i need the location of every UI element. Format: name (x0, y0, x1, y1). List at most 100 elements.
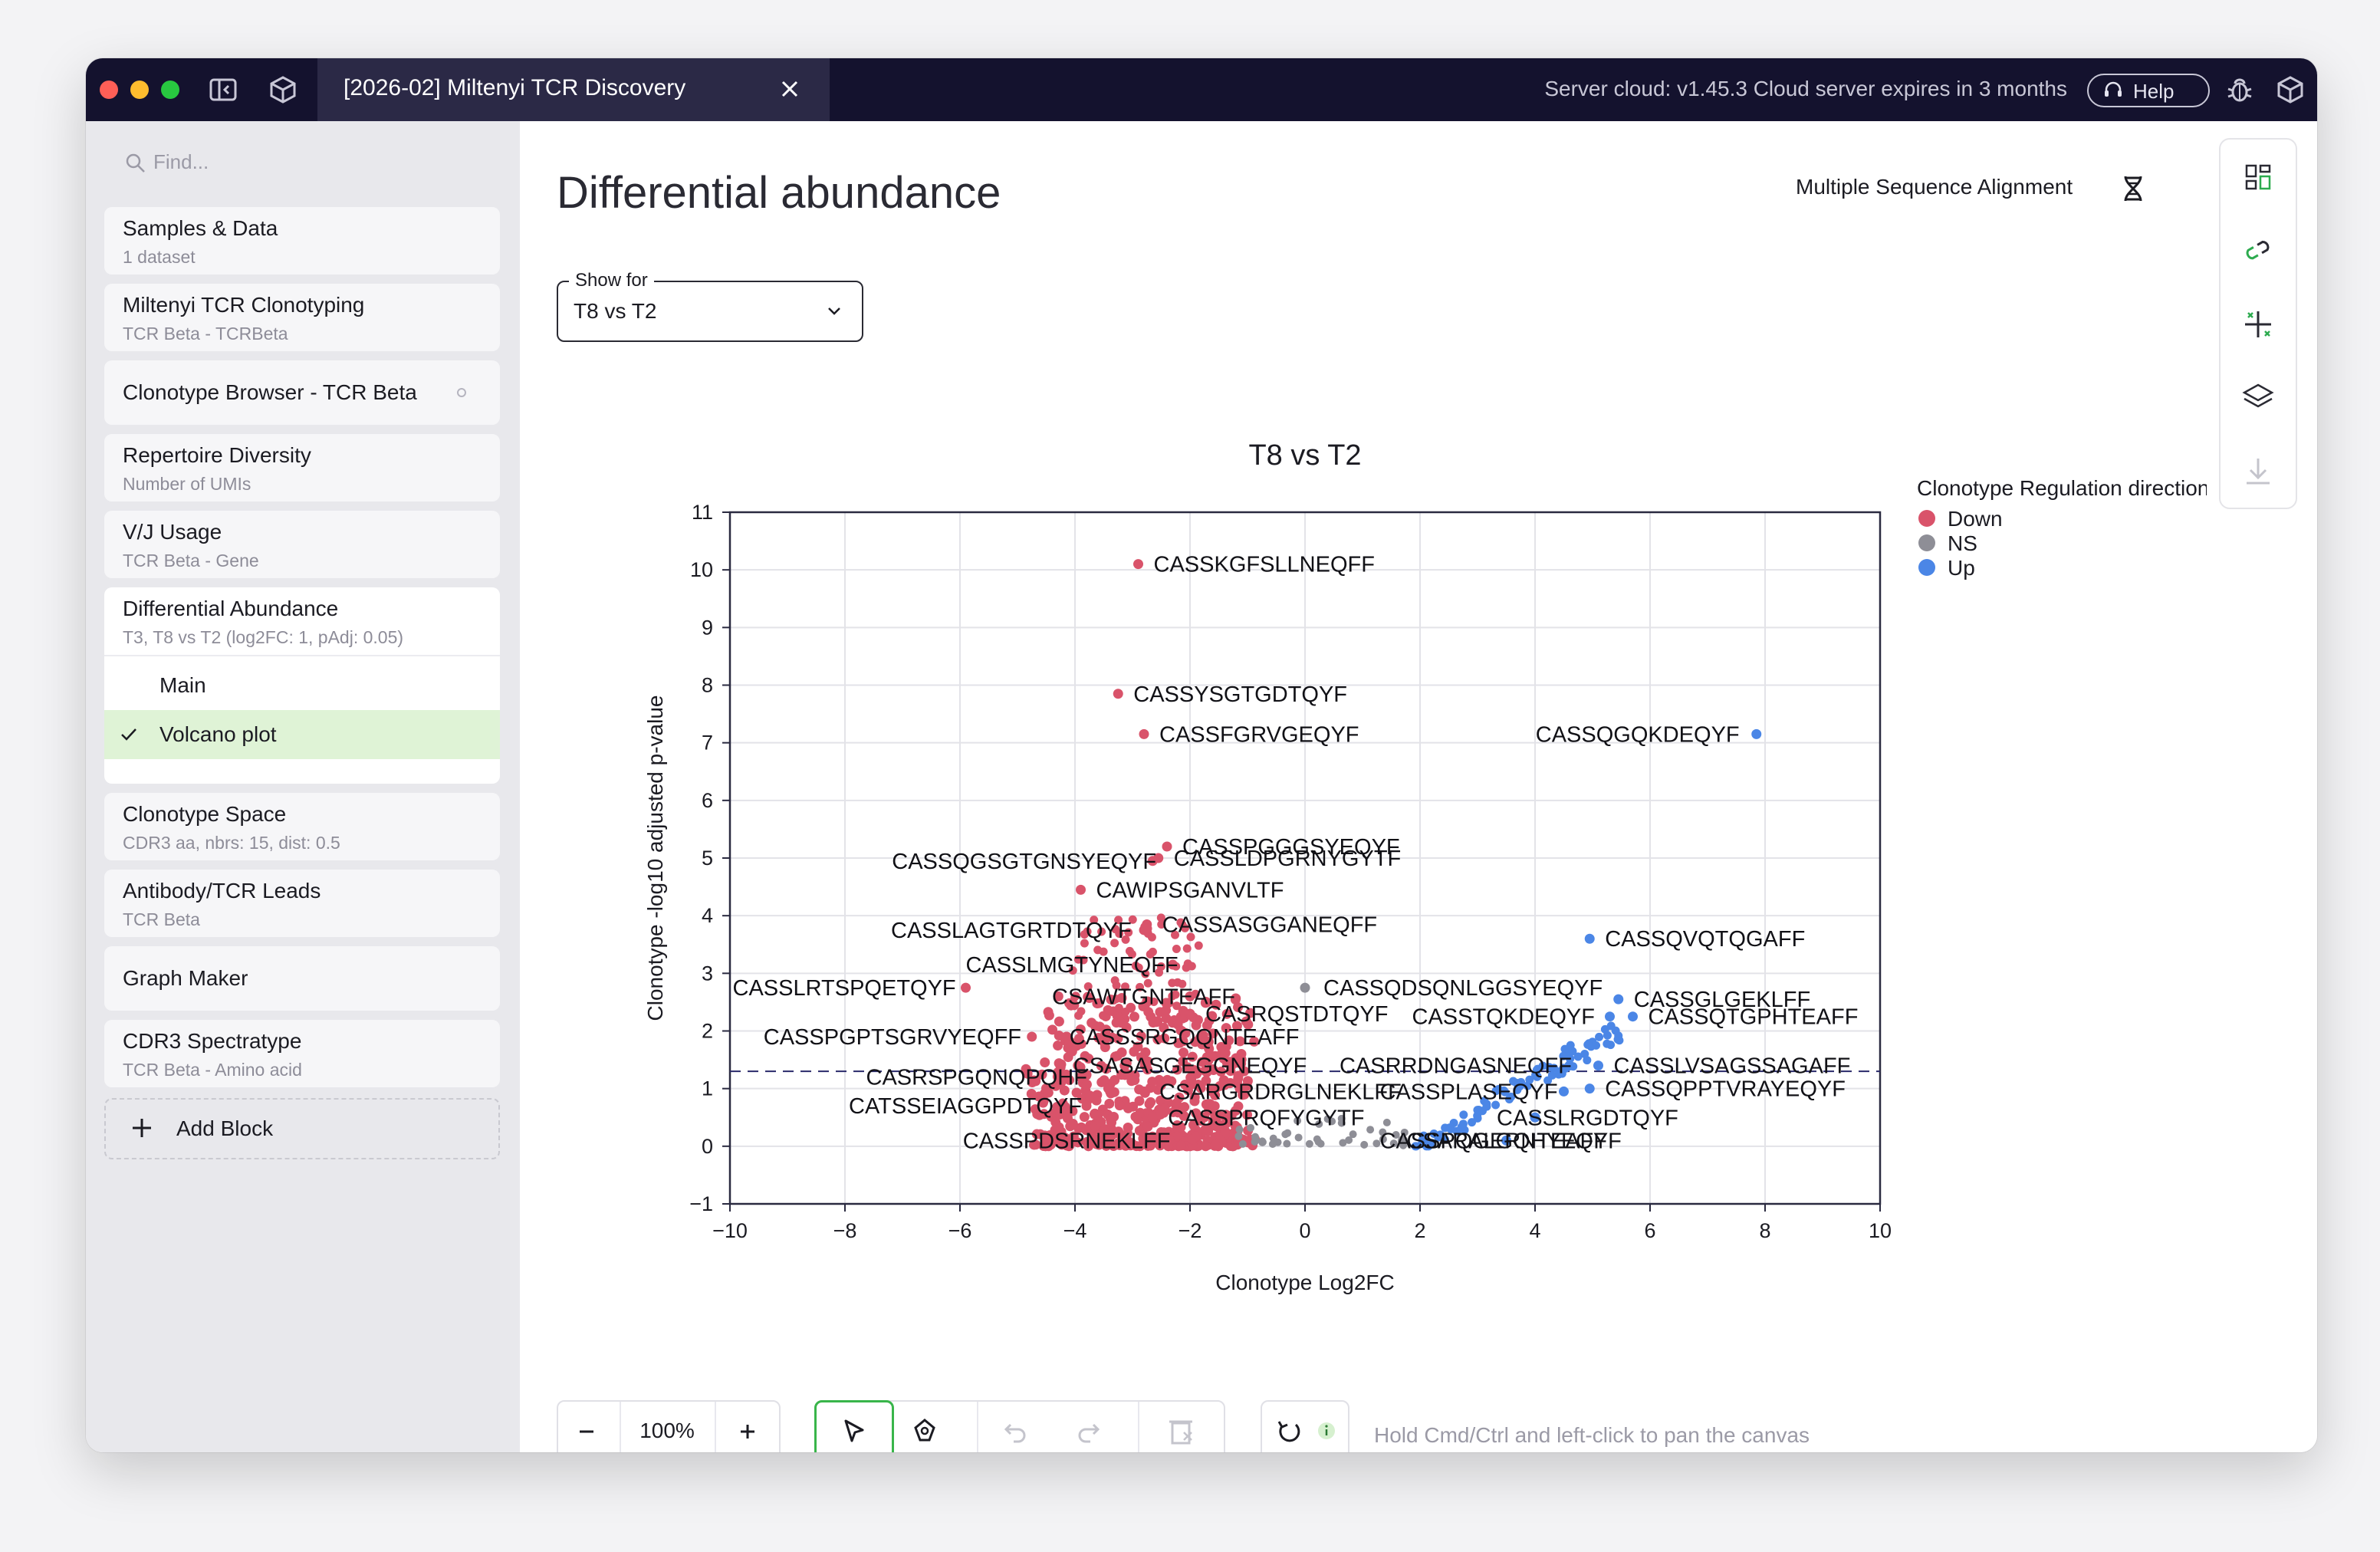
block-title: Miltenyi TCR Clonotyping (123, 293, 365, 317)
redo-icon[interactable] (1073, 1416, 1104, 1446)
package-icon[interactable] (2274, 74, 2306, 106)
down-point (1054, 1016, 1064, 1027)
up-point (1566, 1041, 1575, 1050)
zoom-out-icon[interactable] (574, 1419, 600, 1445)
block-subtitle: TCR Beta - Gene (123, 551, 259, 570)
block-antibody-tcr-leads[interactable]: Antibody/TCR Leads TCR Beta (104, 870, 500, 937)
labeled-point (1133, 559, 1143, 570)
zoom-in-icon[interactable] (735, 1419, 761, 1445)
legend-label: NS (1948, 531, 1977, 555)
canvas-tools (814, 1400, 1225, 1452)
y-tick-label: 7 (702, 732, 713, 755)
sidebar-toggle-icon[interactable] (207, 74, 239, 106)
workspace-icon[interactable] (267, 74, 299, 106)
up-point (1603, 1039, 1612, 1048)
down-point (1104, 1098, 1115, 1109)
legend-title: Clonotype Regulation direction (1917, 476, 2207, 500)
down-point (1144, 1099, 1155, 1110)
sub-item-main[interactable]: Main (104, 661, 500, 710)
block-clonotype-space[interactable]: Clonotype Space CDR3 aa, nbrs: 15, dist:… (104, 793, 500, 860)
layers-icon[interactable] (2239, 379, 2277, 417)
labeled-point (1162, 841, 1172, 852)
lasso-icon[interactable] (908, 1414, 942, 1448)
sidebar: Find... Samples & Data 1 dataset Milteny… (86, 121, 520, 1452)
legend-marker (1918, 559, 1935, 576)
select-tool-button[interactable] (814, 1400, 894, 1452)
block-tcr-clonotyping[interactable]: Miltenyi TCR Clonotyping TCR Beta - TCRB… (104, 284, 500, 351)
close-icon[interactable] (776, 75, 804, 103)
down-point (1067, 1119, 1078, 1129)
refresh-icon[interactable] (1273, 1416, 1305, 1448)
down-point (1187, 962, 1196, 971)
point-label: CASSLVSAGSSAGAFF (1614, 1054, 1851, 1079)
point-label: CASSQGSGTGNSYEQYF (892, 850, 1156, 874)
dashboard-icon[interactable] (2239, 158, 2277, 196)
minimize-window-button[interactable] (130, 81, 149, 99)
up-point (1459, 1110, 1468, 1120)
point-label: CASSQPPTVRAYEQYF (1605, 1077, 1846, 1102)
labeled-point (1300, 982, 1310, 993)
close-window-button[interactable] (100, 81, 118, 99)
project-tab[interactable]: [2026-02] Miltenyi TCR Discovery (317, 58, 830, 121)
block-graph-maker[interactable]: Graph Maker (104, 946, 500, 1011)
labeled-point (961, 982, 971, 993)
y-tick-label: 3 (702, 962, 713, 985)
sub-item-volcano-plot[interactable]: Volcano plot (104, 710, 500, 759)
point-label: CASSQDSQNLGGSYEQYF (1323, 976, 1603, 1001)
point-label: CAWIPSGANVLTF (1096, 878, 1284, 903)
search-icon (126, 153, 145, 173)
block-title: Repertoire Diversity (123, 443, 311, 467)
block-repertoire-diversity[interactable]: Repertoire Diversity Number of UMIs (104, 434, 500, 501)
ns-point (1251, 1136, 1260, 1144)
block-title: Clonotype Browser - TCR Beta (123, 380, 417, 404)
down-point (1114, 1100, 1125, 1111)
down-point (1182, 944, 1192, 953)
find-input[interactable]: Find... (153, 150, 209, 174)
up-point (1592, 1041, 1601, 1050)
point-label: CATSSEIAGGPDTQYF (849, 1094, 1082, 1119)
block-clonotype-browser[interactable]: Clonotype Browser - TCR Beta (104, 360, 500, 425)
down-point (1194, 941, 1203, 950)
undo-icon[interactable] (1000, 1416, 1031, 1446)
labeled-point (1139, 1086, 1149, 1097)
maximize-window-button[interactable] (161, 81, 179, 99)
title-bar: [2026-02] Miltenyi TCR Discovery Server … (86, 58, 2317, 121)
axes-settings-icon[interactable] (2239, 305, 2277, 344)
up-point (1595, 1032, 1604, 1041)
block-subtitle: T3, T8 vs T2 (log2FC: 1, pAdj: 0.05) (123, 627, 404, 647)
block-vj-usage[interactable]: V/J Usage TCR Beta - Gene (104, 511, 500, 578)
down-point (1099, 1011, 1108, 1020)
y-axis-label: Clonotype -log10 adjusted p-value (643, 695, 667, 1021)
block-samples-data[interactable]: Samples & Data 1 dataset (104, 207, 500, 275)
labeled-point (1605, 1011, 1615, 1022)
add-block-button[interactable]: Add Block (104, 1098, 500, 1159)
up-point (1583, 1040, 1593, 1049)
ns-point (1313, 1135, 1321, 1143)
legend-marker (1918, 534, 1935, 551)
labeled-point (1147, 1112, 1158, 1123)
down-point (1096, 1116, 1106, 1127)
link-icon[interactable] (2239, 232, 2277, 270)
labeled-point (1081, 1100, 1092, 1111)
x-tick-label: −4 (1063, 1219, 1087, 1242)
right-toolbar (2219, 138, 2297, 509)
chart-title: T8 vs T2 (1248, 439, 1361, 472)
down-point (1175, 1140, 1186, 1151)
labeled-point (1593, 1060, 1603, 1071)
point-label: CASRSPGQNQPQHF (866, 1066, 1087, 1090)
info-icon[interactable] (1316, 1420, 1337, 1442)
y-tick-label: 8 (702, 674, 713, 697)
y-tick-label: 5 (702, 847, 713, 870)
bug-icon[interactable] (2224, 74, 2256, 106)
labeled-point (1139, 728, 1149, 739)
help-button[interactable]: Help (2087, 74, 2210, 107)
download-icon[interactable] (2239, 452, 2277, 491)
block-cdr3-spectratype[interactable]: CDR3 Spectratype TCR Beta - Amino acid (104, 1020, 500, 1087)
app-window: [2026-02] Miltenyi TCR Discovery Server … (86, 58, 2317, 1452)
help-label: Help (2133, 80, 2175, 103)
delete-icon[interactable] (1164, 1414, 1198, 1448)
volcano-plot[interactable]: −10 −8 −6 −4 −2 0 2 4 6 8 10−101234567891011T8 vs … (520, 121, 2207, 1317)
headset-icon (2105, 81, 2122, 97)
down-point (1129, 1011, 1139, 1022)
down-point (1187, 1134, 1198, 1145)
